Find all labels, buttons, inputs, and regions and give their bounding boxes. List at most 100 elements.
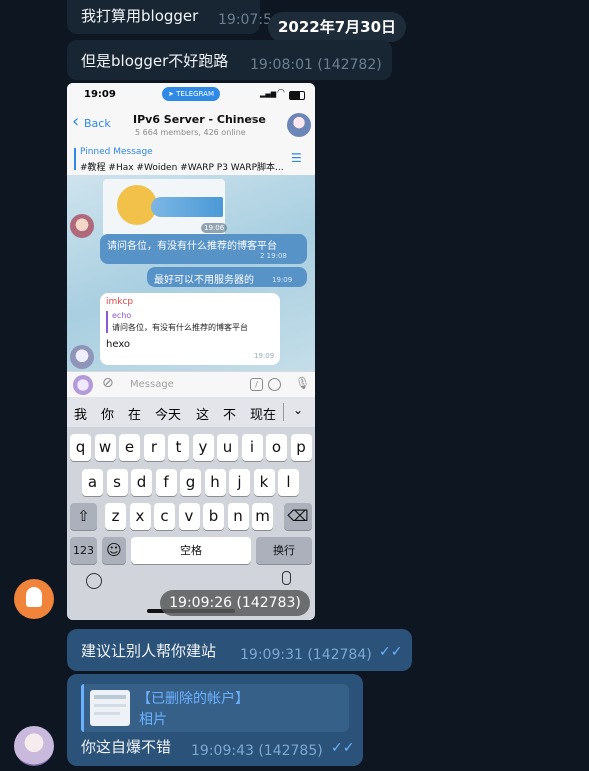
candidate[interactable]: 我 — [74, 404, 87, 423]
bubble-meta: 2 19:08 — [260, 252, 287, 260]
dictation-icon[interactable] — [282, 571, 291, 585]
key-e[interactable]: e — [119, 434, 140, 461]
thumbnail-stripe — [94, 695, 126, 699]
phone-bubble-out-1[interactable]: 请问各位，有没有什么推荐的博客平台 2 19:08 — [100, 234, 307, 264]
key-u[interactable]: u — [217, 434, 238, 461]
user-avatar[interactable] — [14, 579, 54, 619]
key-m[interactable]: m — [252, 503, 273, 530]
key-o[interactable]: o — [266, 434, 287, 461]
candidate[interactable]: 在 — [128, 404, 141, 423]
phone-bubble-in[interactable]: imkcp echo 请问各位，有没有什么推荐的博客平台 hexo 19:09 — [100, 293, 280, 365]
return-key[interactable]: 换行 — [256, 537, 312, 564]
bubble-time: 19:09 — [272, 276, 293, 284]
ghost-icon — [26, 587, 42, 607]
message-text: 但是blogger不好跑路 — [81, 52, 229, 70]
chat-subtitle: 5 664 members, 426 online — [135, 128, 246, 137]
key-r[interactable]: r — [143, 434, 165, 461]
key-n[interactable]: n — [227, 503, 249, 530]
bubble-text: 请问各位，有没有什么推荐的博客平台 — [107, 241, 277, 252]
reply-preview[interactable]: 【已删除的帐户】 相片 — [81, 684, 349, 732]
key-g[interactable]: g — [180, 469, 201, 496]
candidate[interactable]: 现在 — [250, 404, 276, 423]
delete-key[interactable]: ⌫ — [284, 503, 312, 530]
key-s[interactable]: s — [106, 469, 128, 496]
message-text: 我打算用blogger — [81, 7, 199, 25]
photo-time: 19:09:26 (142783) — [160, 590, 310, 616]
timer-icon[interactable] — [268, 378, 281, 391]
user-avatar[interactable] — [70, 214, 94, 238]
thumbnail-stripe — [94, 712, 120, 715]
message-input[interactable]: Message — [130, 379, 174, 390]
key-c[interactable]: c — [154, 503, 175, 530]
key-b[interactable]: b — [203, 503, 224, 530]
message-time: 19:09:43 (142785) — [191, 743, 323, 759]
commands-icon[interactable]: / — [250, 378, 263, 391]
key-v[interactable]: v — [178, 503, 200, 530]
chat-header: ‹ Back IPv6 Server - Chinese ◂ 5 664 mem… — [67, 107, 315, 144]
key-h[interactable]: h — [204, 469, 226, 496]
key-y[interactable]: y — [192, 434, 214, 461]
pin-list-icon[interactable]: ☰ — [291, 151, 302, 165]
back-button[interactable]: Back — [84, 117, 111, 130]
message-time: 19:08:01 (142782) — [250, 57, 382, 73]
chevron-left-icon[interactable]: ‹ — [72, 113, 79, 131]
key-w[interactable]: w — [94, 434, 116, 461]
key-q[interactable]: q — [70, 434, 91, 461]
message-bubble-5[interactable]: 【已删除的帐户】 相片 你这自爆不错 19:09:43 (142785) ✓✓ — [67, 674, 363, 766]
candidate[interactable]: 今天 — [155, 404, 181, 423]
message-bubble-2[interactable]: 但是blogger不好跑路 19:08:01 (142782) — [67, 40, 392, 80]
message-bubble-4[interactable]: 建议让别人帮你建站 19:09:31 (142784) ✓✓ — [67, 629, 412, 671]
shift-key[interactable]: ⇧ — [70, 503, 97, 530]
quote-bar — [106, 311, 108, 333]
attach-icon[interactable]: ⊘ — [102, 375, 114, 391]
candidate[interactable]: 这 — [196, 404, 209, 423]
thumbnail-stripe — [94, 704, 126, 707]
reply-type: 相片 — [139, 712, 167, 728]
read-check-icon: ✓✓ — [379, 644, 403, 660]
pinned-label: Pinned Message — [80, 147, 153, 157]
key-p[interactable]: p — [290, 434, 312, 461]
photo-message[interactable]: 19:09 ➤ TELEGRAM ▂▄▆ ◠ ‹ Back IPv6 Serve… — [67, 83, 315, 620]
sticker-icon[interactable] — [73, 375, 93, 395]
key-x[interactable]: x — [129, 503, 151, 530]
status-time: 19:09 — [84, 89, 116, 100]
key-z[interactable]: z — [105, 503, 126, 530]
candidate-bar: 我 你 在 今天 这 不 现在 ⌄ — [67, 397, 315, 427]
key-j[interactable]: j — [229, 469, 250, 496]
candidate[interactable]: 你 — [101, 404, 114, 423]
globe-icon[interactable] — [86, 573, 102, 589]
numbers-key[interactable]: 123 — [70, 537, 97, 564]
quote-text: 请问各位，有没有什么推荐的博客平台 — [112, 323, 248, 332]
key-d[interactable]: d — [131, 469, 152, 496]
badge-label: TELEGRAM — [176, 90, 214, 98]
key-k[interactable]: k — [253, 469, 275, 496]
key-t[interactable]: t — [168, 434, 189, 461]
message-bubble-1[interactable]: 我打算用blogger 19:07:5 — [67, 0, 272, 34]
sticker-beam — [151, 197, 223, 217]
battery-icon — [289, 91, 305, 100]
candidate[interactable]: 不 — [223, 404, 236, 423]
group-avatar[interactable] — [287, 113, 311, 137]
chat-title: IPv6 Server - Chinese — [133, 113, 266, 126]
sticker[interactable]: 19:06 — [103, 179, 228, 237]
reply-name: 【已删除的帐户】 — [137, 691, 249, 707]
wifi-icon: ◠ — [277, 88, 285, 98]
bubble-time: 19:09 — [254, 352, 275, 360]
chevron-down-icon[interactable]: ⌄ — [293, 403, 303, 417]
key-f[interactable]: f — [155, 469, 177, 496]
space-key[interactable]: 空格 — [131, 537, 251, 564]
pinned-message[interactable]: Pinned Message #教程 #Hax #Woiden #WARP P3… — [67, 143, 315, 176]
user-avatar[interactable] — [14, 726, 54, 766]
key-i[interactable]: i — [241, 434, 263, 461]
phone-bubble-out-2[interactable]: 最好可以不用服务器的 19:09 — [147, 267, 307, 287]
reply-bar — [81, 684, 84, 732]
user-avatar[interactable] — [70, 345, 94, 369]
microphone-icon[interactable]: 🎙 — [295, 376, 310, 390]
candidate-divider — [283, 403, 284, 421]
key-a[interactable]: a — [82, 469, 103, 496]
date-chip[interactable]: 2022年7月30日 — [268, 12, 406, 42]
sticker-time: 19:06 — [201, 223, 228, 233]
key-l[interactable]: l — [278, 469, 299, 496]
message-time: 19:07:5 — [218, 12, 272, 28]
emoji-key[interactable]: ☺ — [102, 537, 126, 564]
